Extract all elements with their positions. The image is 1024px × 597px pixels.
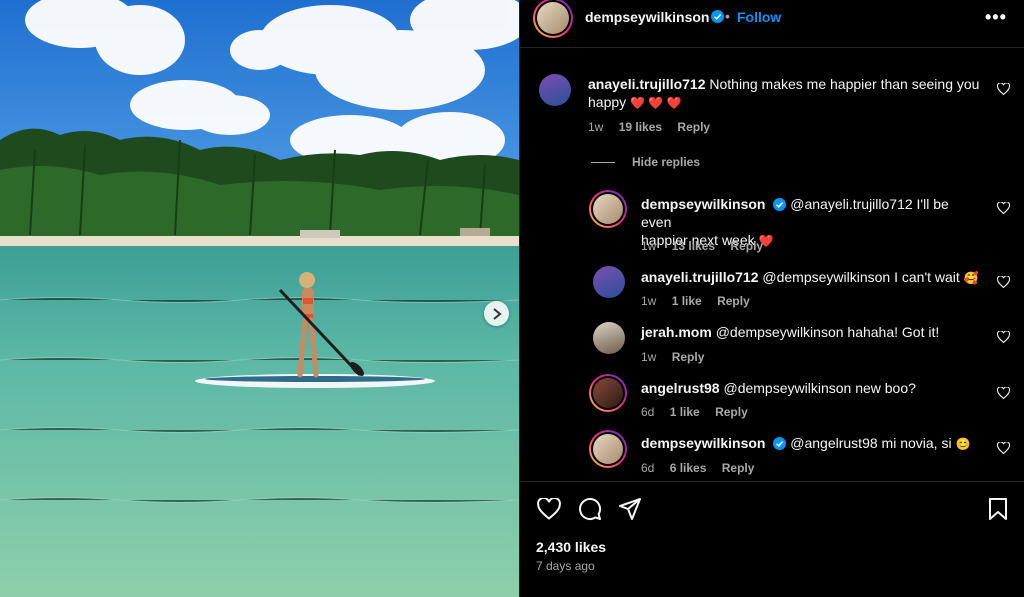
heart-icon[interactable]	[997, 83, 1010, 95]
comment-username[interactable]: anayeli.trujillo712	[588, 76, 706, 92]
verified-badge-icon	[773, 198, 787, 211]
smile-emoji: 😊	[955, 437, 971, 451]
comment-text: @dempseywilkinson hahaha! Got it!	[715, 324, 940, 340]
next-photo-button[interactable]	[484, 301, 509, 326]
comment-username[interactable]: anayeli.trujillo712	[641, 269, 759, 285]
bookmark-icon[interactable]	[987, 497, 1009, 521]
comment-time: 6d	[641, 461, 655, 475]
author-username[interactable]: dempseywilkinson	[585, 9, 709, 25]
reply-button[interactable]: Reply	[677, 120, 710, 134]
comment-text: Nothing makes me happier than seeing you	[709, 76, 980, 92]
beach-paddleboard-image	[0, 0, 519, 597]
commenter-avatar	[593, 194, 623, 224]
post-action-bar: 2,430 likes 7 days ago	[520, 481, 1024, 597]
post-side-panel: dempseywilkinson • Follow ••• anayeli.tr…	[519, 0, 1024, 597]
author-avatar-ring[interactable]	[533, 0, 573, 38]
follow-button[interactable]: Follow	[737, 9, 781, 25]
comment-username[interactable]: angelrust98	[641, 380, 720, 396]
comment-username[interactable]: dempseywilkinson	[641, 435, 765, 451]
comment-likes[interactable]: 6 likes	[670, 461, 707, 475]
more-options-icon[interactable]: •••	[985, 7, 1007, 28]
reply-button[interactable]: Reply	[722, 461, 755, 475]
comment-text: @dempseywilkinson new boo?	[723, 380, 916, 396]
commenter-avatar[interactable]	[593, 322, 625, 354]
comment-likes[interactable]: 13 likes	[672, 239, 715, 253]
heart-icon[interactable]	[997, 202, 1010, 214]
comment-text: @angelrust98 mi novia, si	[790, 435, 952, 451]
comment-time: 1w	[641, 294, 657, 308]
heart-icon[interactable]	[997, 387, 1010, 399]
commenter-avatar-ring[interactable]	[589, 430, 627, 468]
comment-username[interactable]: dempseywilkinson	[641, 196, 765, 212]
likes-count[interactable]: 2,430 likes	[536, 539, 606, 555]
comment-likes[interactable]: 1 like	[670, 405, 700, 419]
hearts-emoji: ❤️ ❤️ ❤️	[630, 96, 682, 110]
verified-badge-icon	[773, 437, 787, 450]
smiling-hearts-emoji: 🥰	[963, 271, 979, 285]
commenter-avatar-ring[interactable]	[589, 374, 627, 412]
commenter-avatar-ring[interactable]	[589, 190, 627, 228]
heart-icon[interactable]	[997, 331, 1010, 343]
comment-icon[interactable]	[578, 497, 602, 521]
header-separator: •	[725, 8, 730, 24]
share-icon[interactable]	[618, 497, 642, 521]
heart-icon[interactable]	[997, 276, 1010, 288]
reply-button[interactable]: Reply	[730, 239, 763, 253]
author-avatar	[537, 2, 569, 34]
heart-icon[interactable]	[997, 442, 1010, 454]
reply-button[interactable]: Reply	[717, 294, 750, 308]
commenter-avatar	[593, 434, 623, 464]
commenter-avatar	[593, 378, 623, 408]
comment-text: @dempseywilkinson I can't wait	[762, 269, 960, 285]
commenter-avatar[interactable]	[593, 266, 625, 298]
post-header: dempseywilkinson • Follow •••	[520, 0, 1024, 48]
verified-badge-icon	[711, 10, 724, 23]
commenter-avatar[interactable]	[539, 74, 571, 106]
hide-replies-button[interactable]: Hide replies	[632, 155, 700, 169]
reply-button[interactable]: Reply	[672, 350, 705, 364]
post-timestamp: 7 days ago	[536, 559, 595, 573]
comment-username[interactable]: jerah.mom	[641, 324, 712, 340]
reply-button[interactable]: Reply	[715, 405, 748, 419]
comment-time: 1w	[588, 120, 604, 134]
comment-likes[interactable]: 1 like	[672, 294, 702, 308]
chevron-right-icon	[492, 307, 502, 320]
comment-time: 1w	[641, 239, 657, 253]
comment-likes[interactable]: 19 likes	[619, 120, 662, 134]
comment-text-cont: happy	[588, 94, 627, 110]
post-photo	[0, 0, 519, 597]
comment-time: 1w	[641, 350, 657, 364]
like-heart-icon[interactable]	[537, 498, 561, 520]
comment-time: 6d	[641, 405, 655, 419]
hide-replies-line	[591, 162, 615, 163]
